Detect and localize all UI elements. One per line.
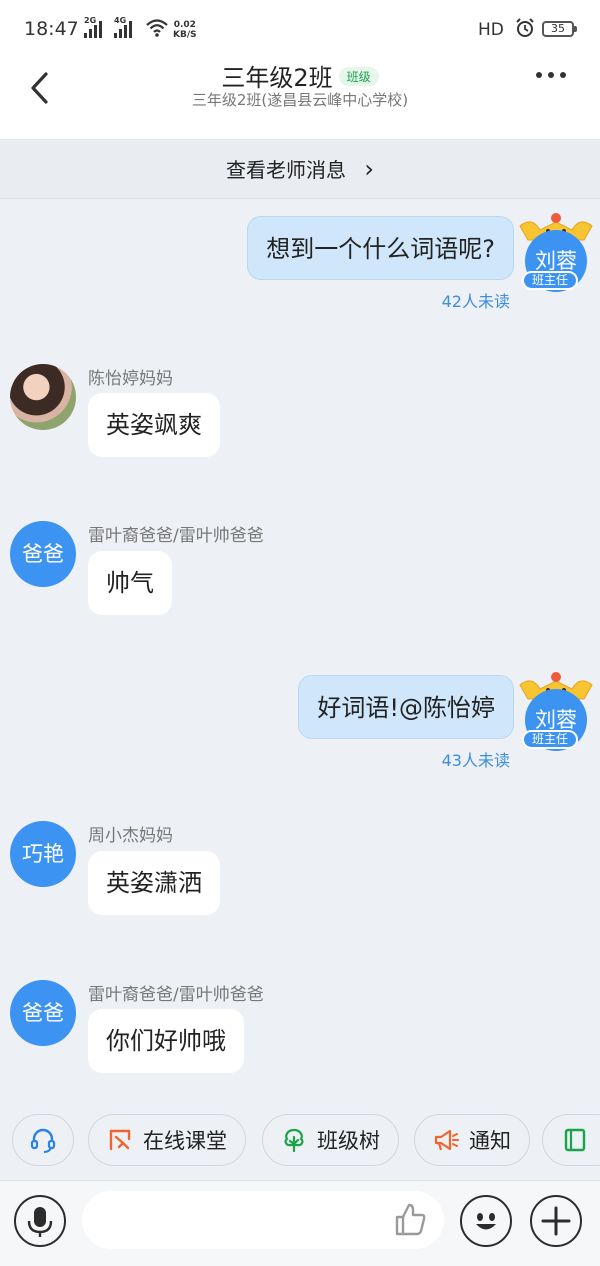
class-tree-button[interactable]: 班级树 (262, 1114, 399, 1166)
voice-button[interactable] (14, 1195, 66, 1247)
sender-name: 周小杰妈妈 (88, 826, 173, 846)
unread-count[interactable]: 42人未读 (442, 288, 510, 312)
group-name: 三年级2班 (221, 64, 333, 92)
signal-4g-icon: 4G (114, 16, 132, 38)
message-bubble-incoming[interactable]: 英姿飒爽 (88, 393, 220, 457)
sender-name: 雷叶裔爸爸/雷叶帅爸爸 (88, 526, 264, 546)
page-title: 三年级2班 班级 (0, 58, 600, 93)
message-input[interactable] (82, 1191, 444, 1249)
megaphone-icon (434, 1129, 459, 1151)
message-bubble-outgoing[interactable]: 好词语!@陈怡婷 (298, 675, 514, 739)
homework-button[interactable] (542, 1114, 600, 1166)
plus-icon (541, 1206, 571, 1236)
avatar-photo[interactable] (10, 364, 76, 430)
network-speed: 0.02 KB/S (173, 20, 197, 40)
signal-2g-icon: 2G (84, 16, 102, 38)
status-bar: 18:47 2G 4G 0.02 KB/S HD 35 (0, 0, 600, 60)
status-time: 18:47 (24, 18, 79, 40)
teacher-role-badge: 班主任 (522, 271, 578, 290)
battery-icon: 35 (542, 21, 577, 37)
chip-label: 在线课堂 (143, 1129, 227, 1153)
unread-count[interactable]: 43人未读 (442, 747, 510, 771)
avatar[interactable]: 爸爸 (10, 521, 76, 587)
teacher-role-badge: 班主任 (522, 730, 578, 749)
chevron-right-icon: › (364, 155, 374, 183)
shortcut-bar: 在线课堂 班级树 通知 (0, 1110, 600, 1170)
group-subtitle: 三年级2班(遂昌县云峰中心学校) (191, 91, 409, 109)
online-class-icon (109, 1129, 131, 1151)
message-bubble-incoming[interactable]: 帅气 (88, 551, 172, 615)
notice-button[interactable]: 通知 (414, 1114, 530, 1166)
message-bubble-incoming[interactable]: 英姿潇洒 (88, 851, 220, 915)
alarm-icon (516, 18, 534, 37)
emoji-button[interactable] (460, 1195, 512, 1247)
online-class-button[interactable]: 在线课堂 (88, 1114, 246, 1166)
wifi-icon (146, 19, 168, 37)
thumbs-up-icon[interactable] (390, 1200, 430, 1240)
message-bubble-incoming[interactable]: 你们好帅哦 (88, 1009, 244, 1073)
tree-icon (284, 1128, 304, 1153)
plus-button[interactable] (530, 1195, 582, 1247)
chip-label: 班级树 (317, 1129, 380, 1153)
customer-service-button[interactable] (12, 1114, 74, 1166)
chat-header: 三年级2班 班级 三年级2班(遂昌县云峰中心学校) (0, 60, 600, 140)
chip-label: 通知 (469, 1129, 511, 1153)
sender-name: 陈怡婷妈妈 (88, 369, 173, 389)
notebook-icon (564, 1128, 586, 1152)
teacher-bar-label: 查看老师消息 (226, 158, 347, 182)
view-teacher-messages-button[interactable]: 查看老师消息 › (0, 141, 600, 199)
sender-name: 雷叶裔爸爸/雷叶帅爸爸 (88, 985, 264, 1005)
message-bubble-outgoing[interactable]: 想到一个什么词语呢? (247, 216, 514, 280)
avatar-teacher[interactable]: 刘蓉 班主任 (518, 210, 594, 292)
group-badge: 班级 (338, 66, 379, 86)
avatar-teacher[interactable]: 刘蓉 班主任 (518, 669, 594, 751)
avatar[interactable]: 爸爸 (10, 980, 76, 1046)
emoji-icon (476, 1213, 496, 1230)
more-dots-icon[interactable] (536, 72, 566, 78)
headset-icon (30, 1128, 56, 1153)
avatar[interactable]: 巧艳 (10, 821, 76, 887)
microphone-icon (27, 1207, 53, 1237)
hd-indicator: HD (478, 20, 504, 40)
input-bar (0, 1180, 600, 1266)
